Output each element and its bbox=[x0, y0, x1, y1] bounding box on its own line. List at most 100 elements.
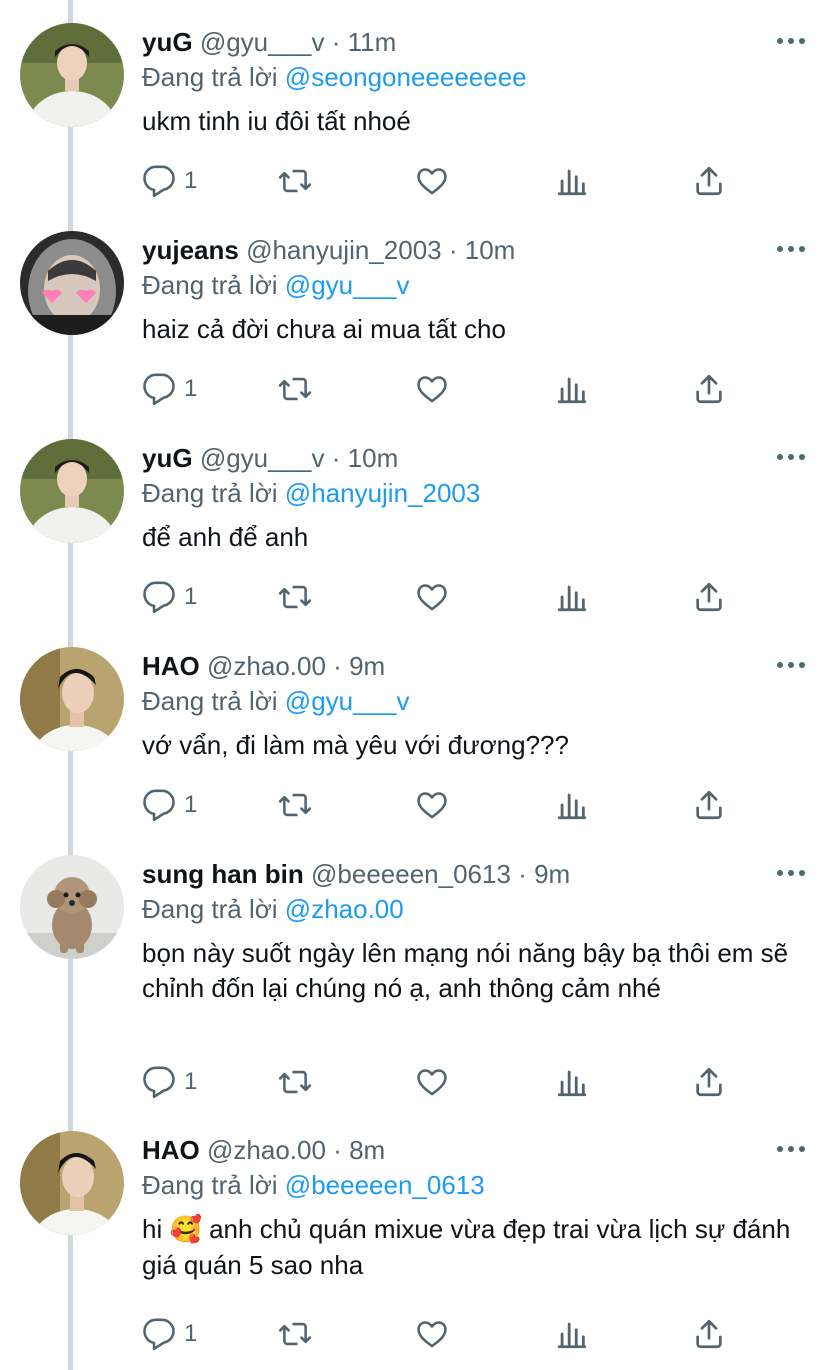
share-icon bbox=[696, 790, 722, 820]
display-name[interactable]: yuG bbox=[142, 27, 193, 57]
more-options-button[interactable] bbox=[774, 856, 808, 890]
replying-to: Đang trả lời @beeeeen_0613 bbox=[142, 1168, 808, 1202]
replying-to: Đang trả lời @gyu___v bbox=[142, 684, 808, 718]
avatar[interactable] bbox=[20, 23, 124, 127]
tweet-header: HAO @zhao.00 · 9m bbox=[142, 648, 808, 684]
timestamp[interactable]: 8m bbox=[349, 1135, 385, 1165]
share-button[interactable] bbox=[692, 785, 726, 825]
reply-count: 1 bbox=[184, 583, 198, 610]
user-handle[interactable]: @beeeeen_0613 bbox=[311, 859, 511, 889]
share-button[interactable] bbox=[692, 1062, 726, 1102]
like-button[interactable] bbox=[415, 369, 449, 409]
reply-icon bbox=[143, 1318, 175, 1351]
analytics-button[interactable] bbox=[555, 785, 589, 825]
share-icon bbox=[696, 166, 722, 196]
analytics-icon bbox=[557, 793, 587, 820]
more-options-button[interactable] bbox=[774, 648, 808, 682]
user-handle[interactable]: @zhao.00 bbox=[207, 1135, 326, 1165]
more-options-button[interactable] bbox=[774, 232, 808, 266]
more-options-button[interactable] bbox=[774, 440, 808, 474]
user-handle[interactable]: @hanyujin_2003 bbox=[246, 235, 442, 265]
retweet-icon bbox=[278, 1322, 312, 1346]
avatar[interactable] bbox=[20, 1131, 124, 1235]
separator-dot: · bbox=[518, 859, 527, 889]
reply-button[interactable]: 1 bbox=[142, 369, 197, 409]
reply-icon bbox=[143, 581, 175, 614]
retweet-button[interactable] bbox=[276, 161, 314, 201]
more-dots-icon bbox=[777, 870, 805, 876]
tweet-actions: 1 bbox=[142, 1314, 730, 1354]
retweet-button[interactable] bbox=[276, 785, 314, 825]
mention-link[interactable]: @gyu___v bbox=[285, 270, 410, 300]
boy-in-white-shirt-avatar bbox=[20, 23, 124, 127]
replying-prefix: Đang trả lời bbox=[142, 270, 278, 300]
share-icon bbox=[696, 1319, 722, 1349]
boy-in-white-shirt-avatar bbox=[20, 439, 124, 543]
heart-icon bbox=[417, 1321, 447, 1348]
timestamp[interactable]: 9m bbox=[534, 859, 570, 889]
more-options-button[interactable] bbox=[774, 24, 808, 58]
more-dots-icon bbox=[777, 454, 805, 460]
mention-link[interactable]: @hanyujin_2003 bbox=[285, 478, 481, 508]
mention-link[interactable]: @zhao.00 bbox=[285, 894, 404, 924]
tweet-text: ukm tinh iu đôi tất nhoé bbox=[142, 106, 411, 136]
reply-button[interactable]: 1 bbox=[142, 1062, 197, 1102]
analytics-button[interactable] bbox=[555, 1314, 589, 1354]
share-button[interactable] bbox=[692, 577, 726, 617]
tweet-text: haiz cả đời chưa ai mua tất cho bbox=[142, 314, 506, 344]
share-button[interactable] bbox=[692, 1314, 726, 1354]
display-name[interactable]: HAO bbox=[142, 651, 200, 681]
analytics-icon bbox=[557, 377, 587, 404]
reply-button[interactable]: 1 bbox=[142, 1314, 197, 1354]
display-name[interactable]: yuG bbox=[142, 443, 193, 473]
retweet-button[interactable] bbox=[276, 1314, 314, 1354]
share-button[interactable] bbox=[692, 161, 726, 201]
timestamp[interactable]: 10m bbox=[348, 443, 399, 473]
mention-link[interactable]: @gyu___v bbox=[285, 686, 410, 716]
avatar[interactable] bbox=[20, 855, 124, 959]
user-handle[interactable]: @zhao.00 bbox=[207, 651, 326, 681]
avatar[interactable] bbox=[20, 439, 124, 543]
reply-icon bbox=[143, 789, 175, 822]
reply-button[interactable]: 1 bbox=[142, 161, 197, 201]
more-dots-icon bbox=[777, 1146, 805, 1152]
display-name[interactable]: yujeans bbox=[142, 235, 239, 265]
reply-count: 1 bbox=[184, 1320, 198, 1347]
like-button[interactable] bbox=[415, 785, 449, 825]
tweet-actions: 1 bbox=[142, 785, 730, 825]
timestamp[interactable]: 10m bbox=[465, 235, 516, 265]
retweet-icon bbox=[278, 585, 312, 609]
retweet-icon bbox=[278, 1070, 312, 1094]
retweet-button[interactable] bbox=[276, 1062, 314, 1102]
analytics-button[interactable] bbox=[555, 1062, 589, 1102]
analytics-button[interactable] bbox=[555, 577, 589, 617]
mention-link[interactable]: @beeeeen_0613 bbox=[285, 1170, 485, 1200]
display-name[interactable]: sung han bin bbox=[142, 859, 304, 889]
retweet-button[interactable] bbox=[276, 577, 314, 617]
like-button[interactable] bbox=[415, 161, 449, 201]
timestamp[interactable]: 11m bbox=[348, 27, 397, 57]
replying-to: Đang trả lời @hanyujin_2003 bbox=[142, 476, 808, 510]
retweet-button[interactable] bbox=[276, 369, 314, 409]
timestamp[interactable]: 9m bbox=[349, 651, 385, 681]
avatar[interactable] bbox=[20, 647, 124, 751]
display-name[interactable]: HAO bbox=[142, 1135, 200, 1165]
user-handle[interactable]: @gyu___v bbox=[200, 27, 325, 57]
more-dots-icon bbox=[777, 38, 805, 44]
share-button[interactable] bbox=[692, 369, 726, 409]
avatar[interactable] bbox=[20, 231, 124, 335]
like-button[interactable] bbox=[415, 1314, 449, 1354]
reply-icon bbox=[143, 1066, 175, 1099]
tweet-text: vớ vẩn, đi làm mà yêu với đương??? bbox=[142, 730, 569, 760]
mention-link[interactable]: @seongoneeeeeeee bbox=[285, 62, 527, 92]
analytics-button[interactable] bbox=[555, 369, 589, 409]
reply-button[interactable]: 1 bbox=[142, 577, 197, 617]
analytics-button[interactable] bbox=[555, 161, 589, 201]
like-button[interactable] bbox=[415, 577, 449, 617]
user-handle[interactable]: @gyu___v bbox=[200, 443, 325, 473]
more-options-button[interactable] bbox=[774, 1132, 808, 1166]
tweet-header: sung han bin @beeeeen_0613 · 9m bbox=[142, 856, 808, 892]
reply-button[interactable]: 1 bbox=[142, 785, 197, 825]
heart-icon bbox=[417, 584, 447, 611]
like-button[interactable] bbox=[415, 1062, 449, 1102]
